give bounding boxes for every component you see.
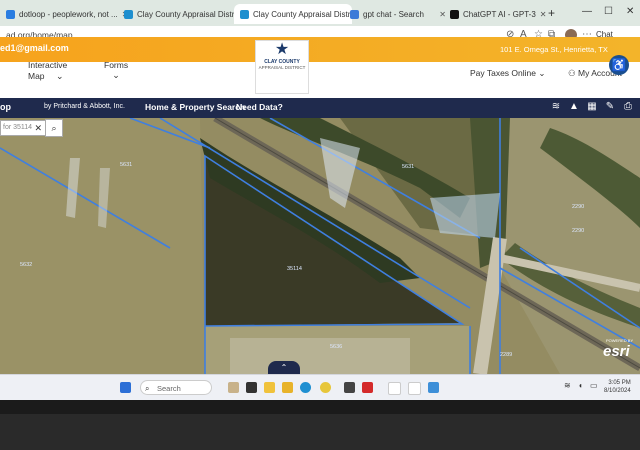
search-icon	[350, 9, 359, 19]
nav-label: Pay Taxes Online	[470, 68, 536, 78]
tab-gpt-chat-search[interactable]: gpt chat - Search ✕	[344, 4, 452, 24]
new-tab-icon[interactable]: +	[548, 6, 555, 20]
laptop-bezel	[0, 400, 640, 450]
word-icon[interactable]	[388, 382, 401, 395]
site-top-bar: ed1@gmail.com 101 E. Omega St., Henriett…	[0, 37, 640, 62]
chrome-icon[interactable]	[320, 382, 331, 393]
task-view-icon[interactable]	[246, 382, 257, 393]
volume-icon[interactable]: ◖	[578, 381, 583, 390]
close-icon[interactable]: ✕	[540, 10, 547, 19]
site-icon	[124, 9, 133, 19]
search-value: for 35114	[3, 124, 33, 131]
tab-label: gpt chat - Search	[363, 9, 424, 19]
contact-email[interactable]: ed1@gmail.com	[0, 43, 69, 53]
screen: dotloop - peoplework, not ... ✕ Clay Cou…	[0, 0, 640, 400]
parcel-label: 5631	[402, 164, 415, 170]
tab-chatgpt[interactable]: ChatGPT AI - GPT-3 ✕	[444, 4, 552, 24]
parcel-label-selected[interactable]: 35114	[287, 266, 302, 272]
chevron-up-icon[interactable]: ⌃	[268, 361, 300, 374]
minimize-icon[interactable]: —	[582, 6, 592, 17]
parcel-search-input[interactable]: for 35114 ✕	[0, 120, 46, 136]
home-property-search-link[interactable]: Home & Property Search	[145, 102, 245, 112]
clock[interactable]: 3:05 PM 8/10/2024	[604, 379, 631, 395]
parcel-label: 2289	[500, 352, 513, 358]
chatgpt-icon	[450, 9, 459, 19]
nav-pay-taxes[interactable]: Pay Taxes Online ⌄	[470, 68, 546, 79]
files-icon[interactable]	[264, 382, 275, 393]
vendor-credit: by Pritchard & Abbott, Inc.	[44, 103, 125, 110]
parcel-label: 5631	[120, 162, 133, 168]
county-logo[interactable]: ★ CLAY COUNTY APPRAISAL DISTRICT	[255, 40, 309, 94]
logo-subtext: APPRAISAL DISTRICT	[258, 65, 306, 70]
date: 8/10/2024	[604, 388, 631, 394]
mail-icon[interactable]	[344, 382, 355, 393]
office-address: 101 E. Omega St., Henrietta, TX	[500, 45, 608, 54]
site-nav: Interactive Map Forms ⌄ ⌄ ★ CLAY COUNTY …	[0, 40, 640, 99]
acrobat-icon[interactable]	[362, 382, 373, 393]
tab-clay-county-2[interactable]: Clay County Appraisal Distr... ✕	[234, 4, 352, 24]
wifi-icon[interactable]: ≋	[564, 381, 571, 390]
print-icon[interactable]: ⎙	[622, 101, 634, 113]
file-explorer-icon[interactable]	[282, 382, 293, 393]
tab-dotloop[interactable]: dotloop - peoplework, not ... ✕	[0, 4, 124, 24]
parcel-label: 5632	[20, 262, 33, 268]
nav-label: Forms	[104, 60, 129, 70]
nav-forms[interactable]: Forms ⌄	[104, 60, 129, 80]
app-icon[interactable]	[428, 382, 439, 393]
browser-tab-bar: dotloop - peoplework, not ... ✕ Clay Cou…	[0, 0, 640, 26]
search-icon[interactable]: ⌕	[45, 119, 63, 137]
esri-logo: esri	[603, 343, 630, 360]
clear-icon[interactable]: ✕	[34, 121, 42, 135]
search-icon: ⌕	[145, 384, 150, 393]
time: 3:05 PM	[608, 380, 631, 386]
tab-label: ChatGPT AI - GPT-3	[463, 9, 536, 19]
dotloop-icon	[6, 9, 15, 19]
taskbar-search-label: Search	[157, 384, 181, 393]
aerial-map[interactable]: for 35114 ✕ ⌕ 5631 5631 5632 35114 2290 …	[0, 118, 640, 374]
map-imagery	[0, 118, 640, 374]
tools-icon[interactable]: ✎	[604, 101, 616, 113]
parcel-label: 2290	[572, 204, 585, 210]
maximize-icon[interactable]: ☐	[604, 6, 613, 17]
layers-icon[interactable]: ≋	[550, 101, 562, 113]
map-app-bar: op by Pritchard & Abbott, Inc. Home & Pr…	[0, 98, 640, 118]
windows-start-icon[interactable]	[120, 382, 131, 393]
need-data-link[interactable]: Need Data?	[236, 102, 283, 112]
close-window-icon[interactable]: ✕	[626, 6, 634, 17]
tab-label: Clay County Appraisal Distr...	[253, 9, 352, 19]
widgets-icon[interactable]	[228, 382, 239, 393]
parcel-label: 5636	[330, 344, 343, 350]
chevron-down-icon: ⌄	[112, 70, 120, 80]
user-icon: ⚇	[568, 68, 578, 78]
battery-icon[interactable]: ▭	[590, 381, 598, 390]
chevron-down-icon: ⌄	[538, 68, 546, 78]
education-icon[interactable]: ▲	[568, 101, 580, 113]
taskbar-search[interactable]: ⌕ Search	[140, 380, 212, 395]
edge-icon[interactable]	[300, 382, 311, 393]
tab-clay-county-1[interactable]: Clay County Appraisal Distr... ✕	[118, 4, 242, 24]
texas-star-icon: ★	[274, 41, 290, 58]
tab-label: dotloop - peoplework, not ...	[19, 9, 118, 19]
nav-label: Interactive	[28, 60, 68, 70]
taskbar: ⌕ Search ≋ ◖ ▭ 3:05 PM 8/10/2024	[0, 374, 640, 400]
tab-label: Clay County Appraisal Distr...	[137, 9, 241, 19]
app-name: op	[0, 102, 11, 112]
grid-icon[interactable]: ▦	[586, 101, 598, 113]
parcel-label: 2290	[572, 228, 585, 234]
amazon-icon[interactable]	[408, 382, 421, 395]
keyboard-deck	[0, 414, 640, 450]
chevron-down-icon: ⌄	[56, 71, 64, 81]
accessibility-icon[interactable]: ♿	[609, 55, 629, 75]
site-icon	[240, 9, 249, 19]
